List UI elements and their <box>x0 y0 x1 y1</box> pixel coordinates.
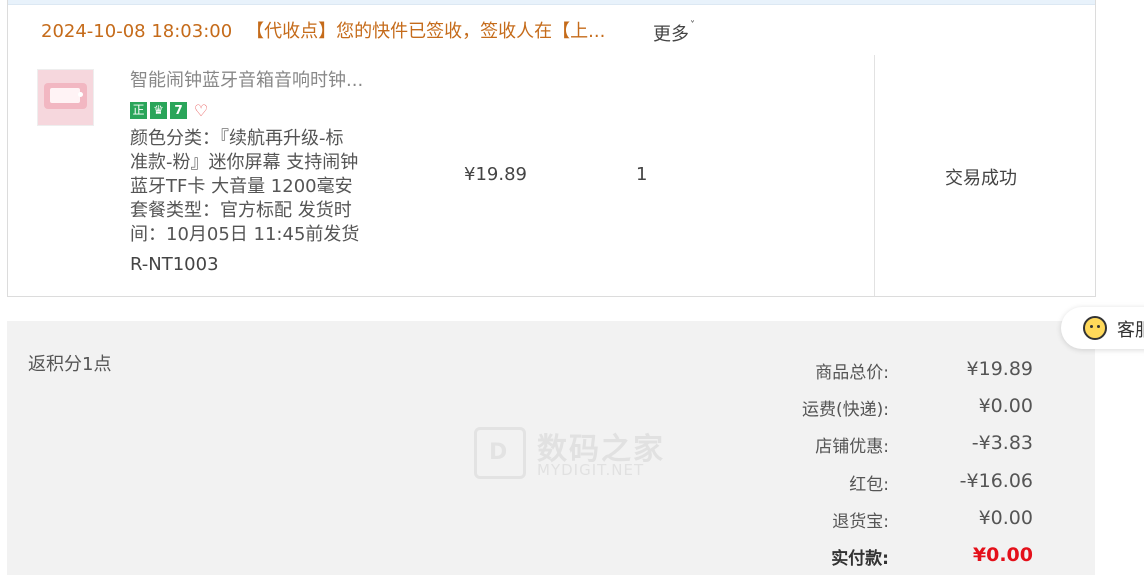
logistics-timestamp: 2024-10-08 18:03:00 <box>41 21 233 42</box>
total-label: 实付款: <box>831 549 889 569</box>
logistics-info: 2024-10-08 18:03:00 【代收点】您的快件已签收，签收人在【上..… <box>41 17 605 43</box>
summary-value: ¥0.00 <box>978 395 1033 417</box>
total-value: ¥0.00 <box>972 544 1033 566</box>
column-divider <box>874 55 875 296</box>
site-watermark: D 数码之家 MYDIGIT.NET <box>474 424 670 482</box>
sku-description: 颜色分类：『续航再升级-标 准款-粉』迷你屏幕 支持闹钟 蓝牙TF卡 大音量 1… <box>130 127 395 247</box>
summary-row-return-insurance: 退货宝: ¥0.00 <box>7 507 1095 532</box>
sku-line: 准款-粉』迷你屏幕 支持闹钟 <box>130 152 359 173</box>
logistics-message: 【代收点】您的快件已签收，签收人在【上... <box>246 21 606 42</box>
order-item-card: 2024-10-08 18:03:00 【代收点】您的快件已签收，签收人在【上..… <box>7 0 1096 297</box>
crown-badge-icon: ♛ <box>150 102 167 119</box>
summary-value: -¥3.83 <box>971 432 1033 454</box>
summary-label: 退货宝: <box>832 512 889 532</box>
sku-line: 蓝牙TF卡 大音量 1200毫安 <box>130 176 353 197</box>
seven-day-return-icon: 7 <box>170 102 187 119</box>
customer-service-label: 客服 <box>1117 320 1144 341</box>
summary-value: ¥19.89 <box>966 358 1033 380</box>
summary-label: 店铺优惠: <box>815 437 889 457</box>
customer-service-button[interactable]: 客服 <box>1061 307 1144 349</box>
genuine-badge-icon: 正 <box>130 102 147 119</box>
summary-value: ¥0.00 <box>978 507 1033 529</box>
summary-row-paid-total: 实付款: ¥0.00 <box>7 544 1095 569</box>
sku-id: R-NT1003 <box>130 254 219 275</box>
shield-heart-icon: ♡ <box>193 101 209 120</box>
watermark-en-text: MYDIGIT.NET <box>537 461 645 479</box>
bee-face-icon <box>1083 316 1107 340</box>
unit-price: ¥19.89 <box>464 164 527 185</box>
trade-status-link[interactable]: 交易成功 <box>945 164 1017 190</box>
product-thumbnail[interactable] <box>37 69 94 126</box>
summary-row-shipping: 运费(快递): ¥0.00 <box>7 395 1095 420</box>
order-header-strip <box>8 0 1095 5</box>
summary-label: 商品总价: <box>815 363 889 383</box>
more-label: 更多 <box>653 24 689 45</box>
alarm-clock-image <box>44 83 87 109</box>
product-title-link[interactable]: 智能闹钟蓝牙音箱音响时钟... <box>130 66 363 92</box>
summary-label: 运费(快递): <box>802 400 889 420</box>
logistics-more-button[interactable]: 更多˅ <box>653 20 695 46</box>
watermark-logo-icon: D <box>474 427 526 479</box>
summary-value: -¥16.06 <box>959 470 1033 492</box>
sku-line: 间：10月05日 11:45前发货 <box>130 224 360 245</box>
sku-line: 颜色分类：『续航再升级-标 <box>130 128 344 149</box>
chevron-down-icon: ˅ <box>690 20 695 31</box>
quantity: 1 <box>636 164 648 185</box>
summary-label: 红包: <box>849 475 889 495</box>
sku-line: 套餐类型：官方标配 发货时 <box>130 200 352 221</box>
summary-row-goods-total: 商品总价: ¥19.89 <box>7 358 1095 383</box>
